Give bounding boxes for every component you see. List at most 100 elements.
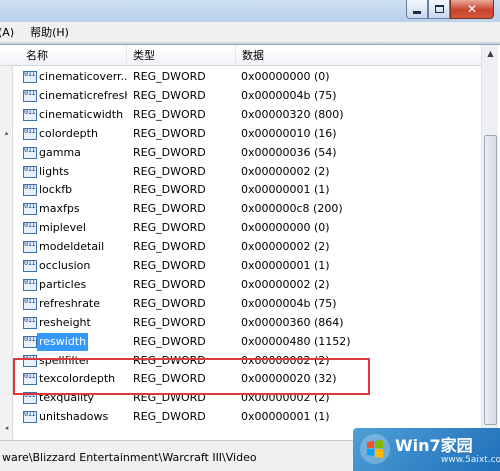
- value-data: 0x0000004b (75): [241, 89, 337, 102]
- list-item[interactable]: 011 110particles REG_DWORD 0x00000002 (2): [0, 276, 481, 294]
- value-type: REG_DWORD: [133, 316, 206, 329]
- registry-value-icon: 011 110: [23, 336, 37, 348]
- values-list-panel: 名称 类型 数据 ▴ ◂ 011 110cinematicoverr...REG…: [0, 44, 500, 441]
- value-type: REG_DWORD: [133, 146, 206, 159]
- value-type: REG_DWORD: [133, 259, 206, 272]
- registry-value-icon: 011 110: [23, 335, 37, 349]
- close-button[interactable]: ✕: [450, 0, 494, 19]
- value-data: 0x00000360 (864): [241, 316, 344, 329]
- value-data: 0x00000010 (16): [241, 127, 337, 140]
- list-item[interactable]: 011 110modeldetail REG_DWORD 0x00000002 (2…: [0, 238, 481, 256]
- list-item[interactable]: 011 110colordepth REG_DWORD 0x00000010 (16…: [0, 125, 481, 143]
- menu-bar: (A) 帮助(H): [0, 22, 500, 43]
- value-data: 0x00000002 (2): [241, 165, 330, 178]
- value-data: 0x0000004b (75): [241, 297, 337, 310]
- list-item[interactable]: 011 110cinematicoverr... REG_DWORD 0x00000…: [0, 68, 481, 86]
- vertical-scrollbar[interactable]: ▲ ▼: [481, 45, 498, 441]
- value-name: resheight: [39, 316, 91, 329]
- minimize-button[interactable]: [406, 0, 428, 19]
- maximize-icon: [434, 5, 444, 13]
- registry-value-icon: 011 110: [23, 109, 37, 121]
- registry-value-icon: 011 110: [23, 297, 37, 311]
- value-type: REG_DWORD: [133, 70, 206, 83]
- registry-value-icon: 011 110: [23, 147, 37, 159]
- minimize-icon: [413, 10, 421, 14]
- site-watermark: Win7家园 www.5aixt.com: [353, 428, 500, 471]
- value-data: 0x00000036 (54): [241, 146, 337, 159]
- registry-value-icon: 011 110: [23, 128, 37, 140]
- value-type: REG_DWORD: [133, 108, 206, 121]
- registry-value-icon: 011 110: [23, 410, 37, 424]
- list-item[interactable]: 011 110refreshrate REG_DWORD 0x0000004b (7…: [0, 295, 481, 313]
- value-name: lights: [39, 165, 70, 178]
- maximize-button[interactable]: [428, 0, 450, 19]
- column-header-type[interactable]: 类型: [127, 45, 236, 66]
- registry-value-icon: 011 110: [23, 260, 37, 272]
- value-name: occlusion: [39, 259, 91, 272]
- value-type: REG_DWORD: [133, 89, 206, 102]
- watermark-url: www.5aixt.com: [441, 455, 500, 465]
- value-name: cinematicrefresh: [39, 89, 127, 102]
- value-type: REG_DWORD: [133, 335, 206, 348]
- registry-value-icon: 011 110: [23, 127, 37, 141]
- list-item[interactable]: 011 110cinematicrefresh REG_DWORD 0x000000…: [0, 87, 481, 105]
- registry-value-icon: 011 110: [23, 240, 37, 254]
- registry-value-icon: 011 110: [23, 146, 37, 160]
- value-name: lockfb: [39, 183, 73, 196]
- list-item[interactable]: 011 110resheight REG_DWORD 0x00000360 (864…: [0, 314, 481, 332]
- value-type: REG_DWORD: [133, 240, 206, 253]
- value-type: REG_DWORD: [133, 202, 206, 215]
- value-data: 0x00000002 (2): [241, 278, 330, 291]
- registry-value-icon: 011 110: [23, 165, 37, 179]
- registry-value-icon: 011 110: [23, 184, 37, 196]
- list-item[interactable]: 011 110gamma REG_DWORD 0x00000036 (54): [0, 144, 481, 162]
- registry-value-icon: 011 110: [23, 71, 37, 83]
- registry-value-icon: 011 110: [23, 70, 37, 84]
- registry-value-icon: 011 110: [23, 89, 37, 103]
- title-bar: ✕: [0, 0, 500, 22]
- value-type: REG_DWORD: [133, 297, 206, 310]
- registry-value-icon: 011 110: [23, 317, 37, 329]
- value-data: 0x000000c8 (200): [241, 202, 343, 215]
- registry-value-icon: 011 110: [23, 222, 37, 234]
- list-item[interactable]: 011 110unitshadows REG_DWORD 0x00000001 (1…: [0, 408, 481, 426]
- value-type: REG_DWORD: [133, 183, 206, 196]
- value-name: cinematicwidth: [39, 108, 124, 121]
- list-item[interactable]: 011 110lockfb REG_DWORD 0x00000001 (1): [0, 181, 481, 199]
- list-item[interactable]: 011 110reswidth REG_DWORD 0x00000480 (1152…: [0, 333, 481, 351]
- menu-item-favorites[interactable]: (A): [0, 26, 22, 39]
- value-data: 0x00000480 (1152): [241, 335, 351, 348]
- value-name: colordepth: [39, 127, 98, 140]
- scrollbar-thumb[interactable]: [484, 135, 497, 425]
- value-name: particles: [39, 278, 87, 291]
- value-type: REG_DWORD: [133, 278, 206, 291]
- registry-value-icon: 011 110: [23, 241, 37, 253]
- registry-value-icon: 011 110: [23, 221, 37, 235]
- value-type: REG_DWORD: [133, 221, 206, 234]
- registry-value-icon: 011 110: [23, 298, 37, 310]
- value-name: miplevel: [39, 221, 86, 234]
- value-data: 0x00000000 (0): [241, 70, 330, 83]
- value-type: REG_DWORD: [133, 165, 206, 178]
- value-name: refreshrate: [39, 297, 101, 310]
- column-header: 名称 类型 数据: [0, 45, 481, 66]
- registry-value-icon: 011 110: [23, 202, 37, 216]
- value-data: 0x00000320 (800): [241, 108, 344, 121]
- column-header-name[interactable]: 名称: [20, 45, 127, 66]
- list-item[interactable]: 011 110miplevel REG_DWORD 0x00000000 (0): [0, 219, 481, 237]
- menu-item-help[interactable]: 帮助(H): [22, 24, 77, 40]
- list-item[interactable]: 011 110cinematicwidth REG_DWORD 0x00000320…: [0, 106, 481, 124]
- list-item[interactable]: 011 110lights REG_DWORD 0x00000002 (2): [0, 163, 481, 181]
- registry-value-icon: 011 110: [23, 203, 37, 215]
- value-name: cinematicoverr...: [39, 70, 127, 83]
- list-item[interactable]: 011 110maxfps REG_DWORD 0x000000c8 (200): [0, 200, 481, 218]
- registry-path: ware\Blizzard Entertainment\Warcraft III…: [2, 451, 257, 464]
- highlight-annotation-box: [13, 358, 370, 395]
- windows-logo-icon: [360, 434, 390, 464]
- scroll-up-icon[interactable]: ▲: [482, 45, 499, 62]
- registry-value-icon: 011 110: [23, 90, 37, 102]
- value-data: 0x00000002 (2): [241, 240, 330, 253]
- column-header-data[interactable]: 数据: [236, 45, 481, 66]
- value-data: 0x00000001 (1): [241, 183, 330, 196]
- list-item[interactable]: 011 110occlusion REG_DWORD 0x00000001 (1): [0, 257, 481, 275]
